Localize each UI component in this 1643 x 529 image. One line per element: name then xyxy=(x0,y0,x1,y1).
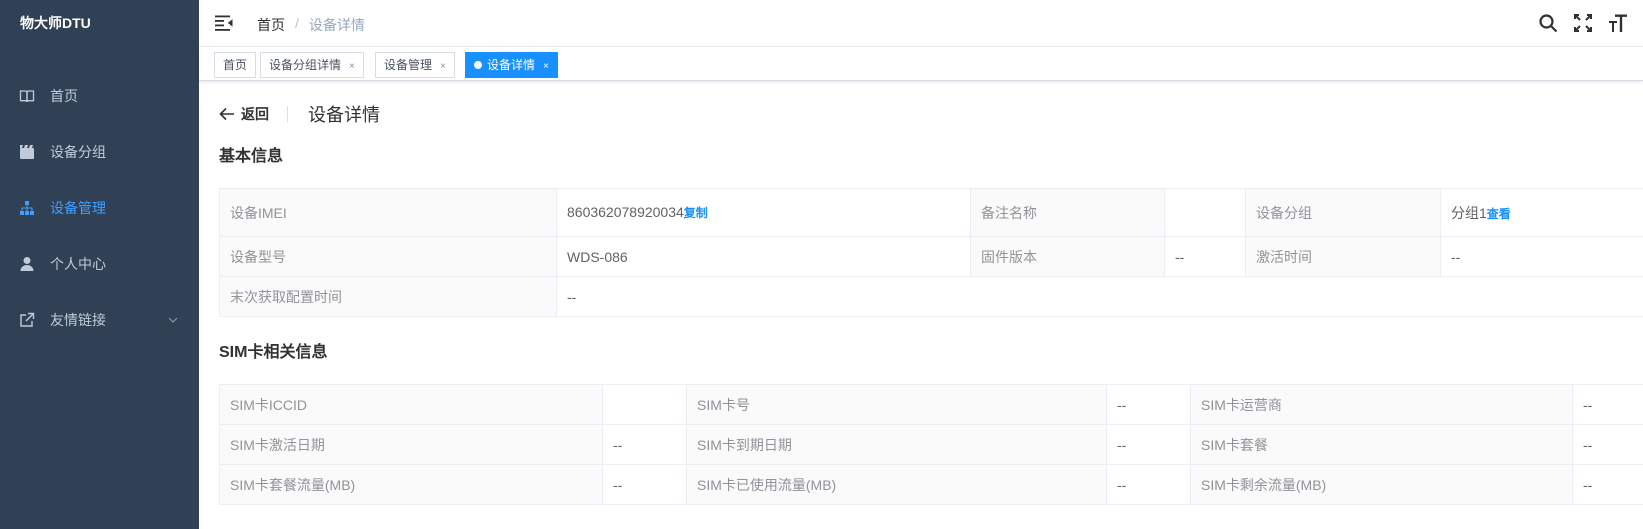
search-icon[interactable] xyxy=(1538,13,1558,33)
table-row: SIM卡套餐流量(MB) -- SIM卡已使用流量(MB) -- SIM卡剩余流… xyxy=(219,464,1643,505)
tag-label: 首页 xyxy=(223,58,248,72)
font-size-icon[interactable] xyxy=(1608,13,1628,33)
table-row: SIM卡ICCID SIM卡号 -- SIM卡运营商 -- xyxy=(219,384,1643,425)
breadcrumb-current: 设备详情 xyxy=(308,17,365,33)
sim-expire-date-label: SIM卡到期日期 xyxy=(686,424,1107,465)
imei-value: 860362078920034 xyxy=(567,204,684,220)
model-label: 设备型号 xyxy=(219,236,557,277)
basic-info-title: 基本信息 xyxy=(219,148,284,165)
sidebar-item-profile[interactable]: 个人中心 xyxy=(0,236,199,292)
sim-number-label: SIM卡号 xyxy=(686,384,1107,425)
view-link[interactable]: 查看 xyxy=(1487,207,1511,221)
fullscreen-icon[interactable] xyxy=(1573,13,1593,33)
sidebar-item-friend-links[interactable]: 友情链接 xyxy=(0,292,199,348)
sim-plan-value: -- xyxy=(1572,424,1643,465)
sim-remaining-traffic-label: SIM卡剩余流量(MB) xyxy=(1190,464,1573,505)
tag-device-management[interactable]: 设备管理 × xyxy=(375,52,455,78)
breadcrumb: 首页 / 设备详情 xyxy=(257,15,365,35)
sim-plan-label: SIM卡套餐 xyxy=(1190,424,1573,465)
firmware-value: -- xyxy=(1164,236,1246,277)
sim-info-title: SIM卡相关信息 xyxy=(219,344,328,361)
sim-plan-traffic-label: SIM卡套餐流量(MB) xyxy=(219,464,603,505)
book-icon xyxy=(19,88,35,104)
sidebar-item-device-management[interactable]: 设备管理 xyxy=(0,180,199,236)
sidebar-item-device-group[interactable]: 设备分组 xyxy=(0,124,199,180)
user-icon xyxy=(19,256,35,272)
activate-time-label: 激活时间 xyxy=(1245,236,1441,277)
copy-link[interactable]: 复制 xyxy=(684,206,708,220)
sim-activate-date-value: -- xyxy=(602,424,687,465)
tag-label: 设备管理 xyxy=(384,58,433,72)
sidebar-item-label: 首页 xyxy=(50,88,78,104)
chevron-down-icon[interactable] xyxy=(167,314,179,326)
breadcrumb-home[interactable]: 首页 xyxy=(257,15,285,35)
back-button[interactable]: 返回 xyxy=(219,104,269,124)
remark-label: 备注名称 xyxy=(970,188,1165,237)
sidebar: 物大师DTU 首页 设备分组 设备管理 个人中心 友情链接 xyxy=(0,0,199,529)
close-icon[interactable]: × xyxy=(349,61,355,72)
activate-time-value: -- xyxy=(1440,236,1643,277)
sim-number-value: -- xyxy=(1106,384,1191,425)
tag-label: 设备详情 xyxy=(487,58,536,72)
last-config-time-value: -- xyxy=(556,276,1643,317)
active-dot-icon xyxy=(474,61,482,69)
sim-used-traffic-value: -- xyxy=(1106,464,1191,505)
table-row: SIM卡激活日期 -- SIM卡到期日期 -- SIM卡套餐 -- xyxy=(219,424,1643,465)
sidebar-item-label: 设备管理 xyxy=(50,200,106,216)
breadcrumb-separator: / xyxy=(295,15,299,31)
sidebar-item-label: 友情链接 xyxy=(50,312,106,328)
group-value: 分组1 xyxy=(1451,204,1487,221)
tag-device-group-detail[interactable]: 设备分组详情 × xyxy=(260,52,364,78)
imei-value-cell: 860362078920034复制 xyxy=(556,188,971,237)
close-icon[interactable]: × xyxy=(543,61,549,72)
group-value-cell: 分组1查看 xyxy=(1440,188,1643,237)
firmware-label: 固件版本 xyxy=(970,236,1165,277)
sim-expire-date-value: -- xyxy=(1106,424,1191,465)
basic-info-table: 设备IMEI 860362078920034复制 备注名称 设备分组 分组1查看… xyxy=(219,188,1643,317)
back-label: 返回 xyxy=(241,106,269,122)
org-tree-icon xyxy=(19,200,35,216)
remark-value xyxy=(1164,188,1246,237)
table-row: 末次获取配置时间 -- xyxy=(219,276,1643,317)
external-link-icon xyxy=(19,312,35,328)
app-root: 物大师DTU 首页 设备分组 设备管理 个人中心 友情链接 首页 / 设备详情 … xyxy=(0,0,1643,529)
arrow-left-icon xyxy=(219,107,234,121)
hamburger-icon[interactable] xyxy=(215,14,233,32)
tag-home[interactable]: 首页 xyxy=(214,52,257,78)
sim-activate-date-label: SIM卡激活日期 xyxy=(219,424,603,465)
tags-view: 首页 设备分组详情 × 设备管理 × 设备详情 × xyxy=(199,47,1643,81)
sim-operator-label: SIM卡运营商 xyxy=(1190,384,1573,425)
last-config-time-label: 末次获取配置时间 xyxy=(219,276,557,317)
sidebar-item-label: 个人中心 xyxy=(50,256,106,272)
sim-plan-traffic-value: -- xyxy=(602,464,687,505)
sidebar-item-label: 设备分组 xyxy=(50,144,106,160)
close-icon[interactable]: × xyxy=(440,61,446,72)
clapperboard-icon xyxy=(19,144,35,160)
sim-used-traffic-label: SIM卡已使用流量(MB) xyxy=(686,464,1107,505)
sim-iccid-label: SIM卡ICCID xyxy=(219,384,603,425)
tag-label: 设备分组详情 xyxy=(269,58,342,72)
app-logo[interactable]: 物大师DTU xyxy=(0,0,199,46)
main-content: 返回 设备详情 基本信息 设备IMEI 860362078920034复制 备注… xyxy=(199,82,1643,529)
navbar-tools xyxy=(1538,13,1643,33)
sim-operator-value: -- xyxy=(1572,384,1643,425)
top-navbar: 首页 / 设备详情 xyxy=(199,0,1643,47)
sim-info-table: SIM卡ICCID SIM卡号 -- SIM卡运营商 -- SIM卡激活日期 -… xyxy=(219,384,1643,505)
imei-label: 设备IMEI xyxy=(219,188,557,237)
page-header: 返回 设备详情 xyxy=(219,102,380,126)
table-row: 设备IMEI 860362078920034复制 备注名称 设备分组 分组1查看 xyxy=(219,188,1643,237)
page-title: 设备详情 xyxy=(308,105,380,125)
table-row: 设备型号 WDS-086 固件版本 -- 激活时间 -- xyxy=(219,236,1643,277)
page-header-divider xyxy=(287,106,288,122)
group-label: 设备分组 xyxy=(1245,188,1441,237)
sidebar-item-home[interactable]: 首页 xyxy=(0,68,199,124)
sim-iccid-value xyxy=(602,384,687,425)
model-value: WDS-086 xyxy=(556,236,971,277)
tag-device-detail[interactable]: 设备详情 × xyxy=(465,52,558,78)
sim-remaining-traffic-value: -- xyxy=(1572,464,1643,505)
